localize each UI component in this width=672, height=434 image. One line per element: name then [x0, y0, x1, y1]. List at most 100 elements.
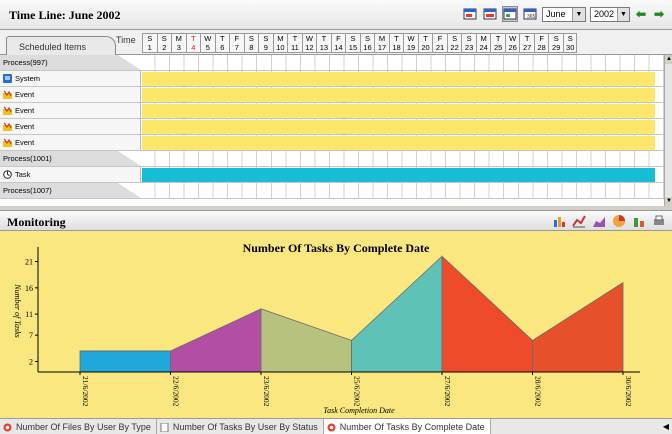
schedule-bar[interactable] — [142, 120, 655, 134]
scroll-up-icon[interactable]: ▲ — [665, 55, 672, 64]
month-select[interactable]: June ▼ — [542, 6, 586, 22]
day-header-10[interactable]: M 10 — [272, 33, 288, 53]
scheduled-items-tab[interactable]: Scheduled Items — [6, 36, 116, 55]
schedule-bar[interactable] — [142, 168, 655, 182]
schedule-bar[interactable] — [142, 136, 655, 150]
day-header-25[interactable]: T 25 — [490, 33, 505, 53]
day-header-29[interactable]: S 29 — [548, 33, 563, 53]
day-number: 4 — [191, 43, 196, 52]
week-view-icon[interactable] — [482, 6, 498, 22]
day-header-22[interactable]: S 22 — [446, 33, 462, 53]
day-number: 25 — [493, 43, 503, 52]
day-header-19[interactable]: W 19 — [403, 33, 418, 53]
schedule-bar[interactable] — [142, 72, 655, 86]
process-group-label[interactable]: Process(997) — [0, 55, 141, 70]
tab-chart-1[interactable]: Number Of Files By User By Type — [0, 419, 157, 434]
timeline-row[interactable]: Process(997) — [0, 55, 664, 71]
schedule-bar[interactable] — [142, 88, 655, 102]
bar-chart-icon[interactable] — [552, 214, 566, 228]
item-label[interactable]: Task — [0, 167, 141, 182]
day-view-icon[interactable] — [462, 6, 478, 22]
day-header-4[interactable]: T4 — [185, 33, 201, 53]
y-tick-label: 16 — [25, 284, 33, 293]
timeline-row[interactable]: Event — [0, 135, 664, 151]
day-header-11[interactable]: T 11 — [287, 33, 302, 53]
item-label[interactable]: Event — [0, 135, 141, 150]
previous-arrow-icon[interactable]: ⬅ — [634, 7, 648, 21]
process-group-label[interactable]: Process(1001) — [0, 151, 141, 166]
stacked-chart-icon[interactable] — [632, 214, 646, 228]
day-header-9[interactable]: S9 — [258, 33, 273, 53]
schedule-bar[interactable] — [142, 104, 655, 118]
day-cells[interactable] — [141, 151, 664, 166]
day-header-28[interactable]: F 28 — [533, 33, 549, 53]
day-header-26[interactable]: W 26 — [504, 33, 520, 53]
timeline-row[interactable]: System — [0, 71, 664, 87]
day-number: 14 — [334, 43, 343, 52]
print-icon[interactable] — [652, 214, 666, 228]
day-header-14[interactable]: F 14 — [330, 33, 346, 53]
day-header-30[interactable]: S 30 — [562, 33, 578, 53]
day-header-16[interactable]: S 16 — [359, 33, 375, 53]
timeline-row[interactable]: Event — [0, 87, 664, 103]
day-header-13[interactable]: T 13 — [316, 33, 331, 53]
day-header-15[interactable]: S 15 — [345, 33, 360, 53]
day-header-3[interactable]: M3 — [171, 33, 186, 53]
year-select[interactable]: 2002 ▼ — [590, 6, 630, 22]
item-label[interactable]: System — [0, 71, 141, 86]
day-number: 15 — [348, 43, 358, 52]
day-header-12[interactable]: W 12 — [301, 33, 317, 53]
day-header-5[interactable]: W5 — [200, 33, 215, 53]
day-header-2[interactable]: S2 — [156, 33, 172, 53]
area-segment — [170, 308, 262, 373]
process-group-label[interactable]: Process(1007) — [0, 183, 141, 198]
timeline-row[interactable]: Event — [0, 103, 664, 119]
doc-tab-icon — [160, 422, 169, 432]
day-number: 23 — [464, 43, 474, 52]
day-header-8[interactable]: S8 — [243, 33, 259, 53]
year-view-icon[interactable]: 365 — [522, 6, 538, 22]
timeline-row[interactable]: Event — [0, 119, 664, 135]
day-header-24[interactable]: M 24 — [475, 33, 491, 53]
day-cells[interactable] — [141, 183, 664, 198]
scroll-down-icon[interactable]: ▼ — [665, 197, 672, 206]
weekday-letter: T — [423, 34, 428, 43]
timeline-grid-header: Scheduled Items Time S1S2M3T4W5T6F7S8S9M… — [0, 30, 672, 55]
item-label[interactable]: Event — [0, 103, 141, 118]
row-label-text: Task — [15, 170, 31, 179]
timeline-rows: Process(997) System Event Event Event Event Pr… — [0, 55, 664, 199]
day-header-17[interactable]: M 17 — [374, 33, 389, 53]
weekday-letter: S — [452, 34, 458, 43]
day-cells[interactable] — [141, 55, 664, 70]
timeline-row[interactable]: Process(1007) — [0, 183, 664, 199]
line-chart-icon[interactable] — [572, 214, 586, 228]
day-header-21[interactable]: F 21 — [432, 33, 447, 53]
day-header-23[interactable]: S 23 — [461, 33, 476, 53]
row-label-text: Event — [15, 138, 35, 147]
timeline-row[interactable]: Task — [0, 167, 664, 183]
tab-chart-3[interactable]: Number Of Tasks By Complete Date — [323, 419, 491, 434]
area-segment — [532, 281, 624, 373]
item-label[interactable]: Event — [0, 87, 141, 102]
vertical-scrollbar[interactable]: ▲ ▼ — [664, 55, 672, 206]
day-header-20[interactable]: T 20 — [417, 33, 433, 53]
y-axis-label: Number of Tasks — [13, 283, 22, 338]
weekday-letter: S — [248, 34, 254, 43]
day-header-27[interactable]: T 27 — [519, 33, 534, 53]
area-chart-icon[interactable] — [592, 214, 606, 228]
month-view-icon[interactable] — [502, 6, 518, 22]
day-header-7[interactable]: F7 — [229, 33, 244, 53]
day-header-1[interactable]: S1 — [142, 33, 157, 53]
day-header-18[interactable]: T 18 — [388, 33, 404, 53]
weekday-letter: S — [350, 34, 356, 43]
pie-chart-icon[interactable] — [612, 214, 626, 228]
tab-scroll-left-icon[interactable]: ◀ — [660, 419, 672, 434]
tab-chart-2[interactable]: Number Of Tasks By User By Status — [157, 419, 324, 434]
item-label[interactable]: Event — [0, 119, 141, 134]
day-header-6[interactable]: T6 — [214, 33, 230, 53]
weekday-letter: W — [204, 34, 212, 43]
day-number: 22 — [450, 43, 459, 52]
weekday-letter: W — [407, 34, 415, 43]
next-arrow-icon[interactable]: ➡ — [652, 7, 666, 21]
timeline-row[interactable]: Process(1001) — [0, 151, 664, 167]
